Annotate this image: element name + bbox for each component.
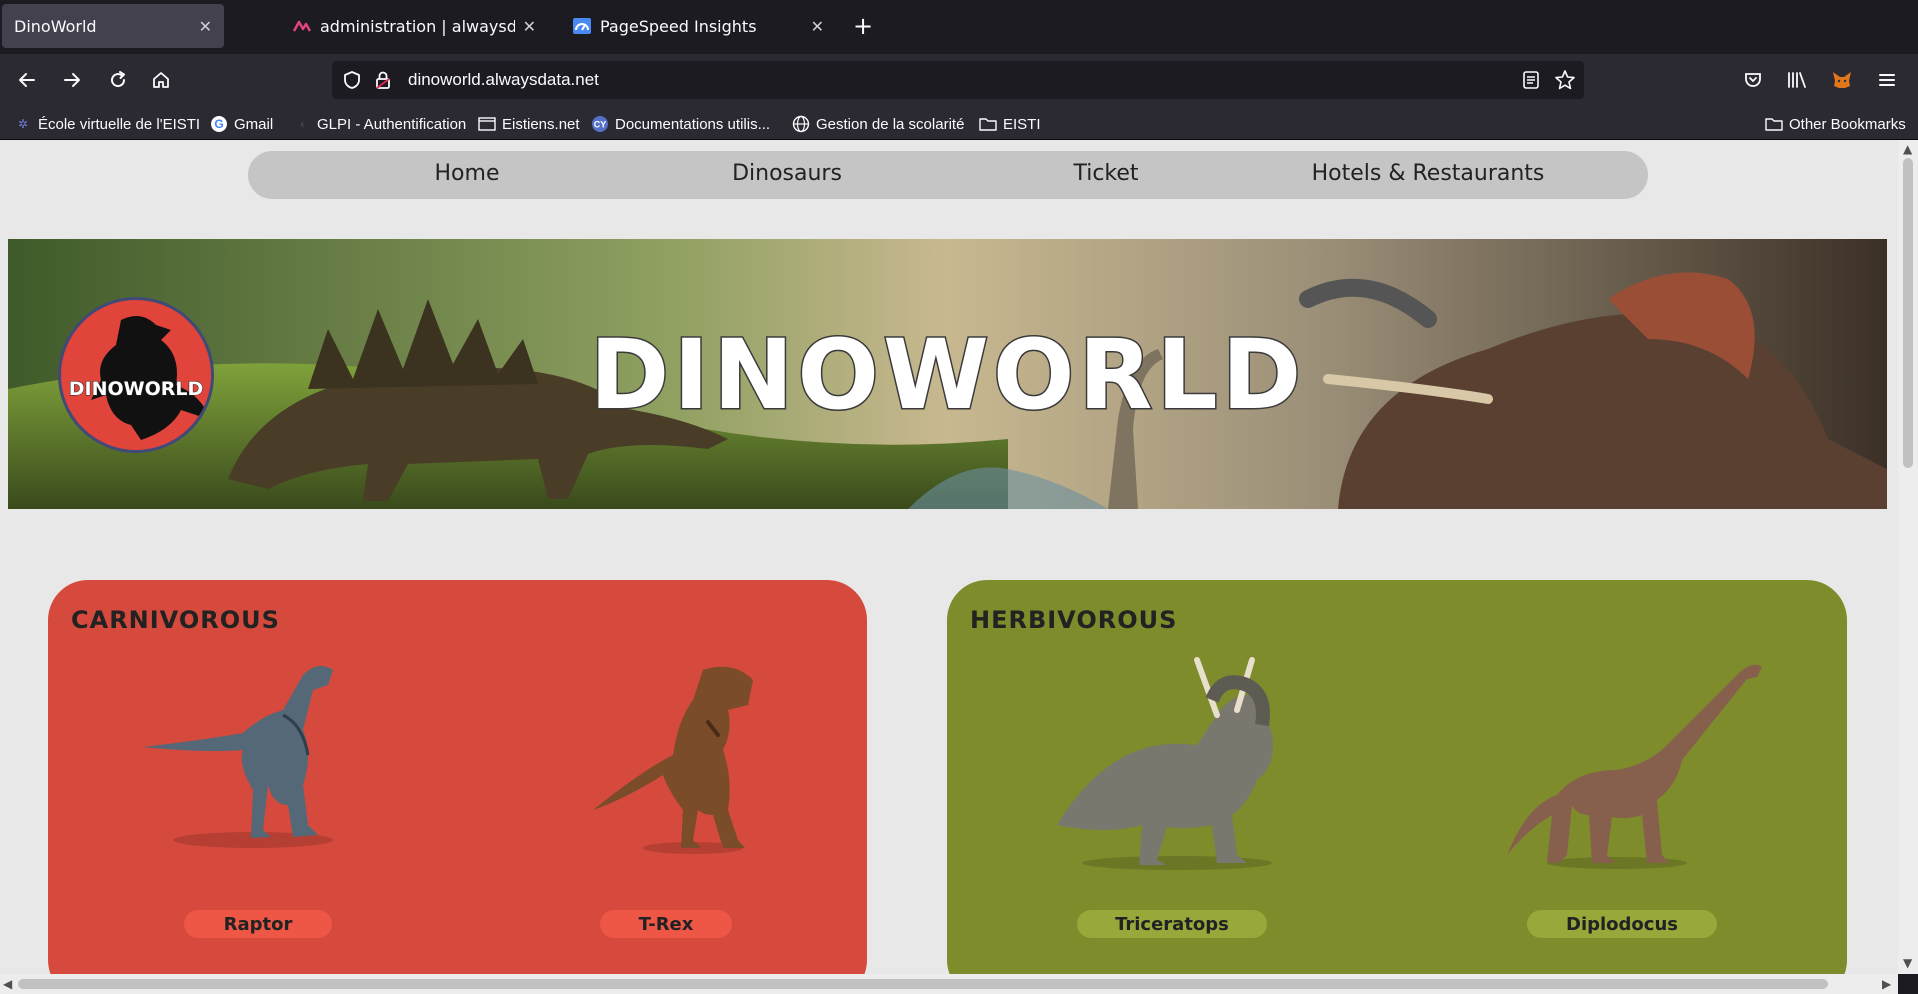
scroll-right-icon[interactable]: ▶: [1882, 977, 1891, 991]
nav-hotels-restaurants[interactable]: Hotels & Restaurants: [1312, 161, 1545, 186]
banner-title: DINOWORLD: [588, 318, 1306, 433]
tab-dinoworld[interactable]: DinoWorld ✕: [2, 4, 224, 48]
reader-view-icon[interactable]: [1522, 70, 1540, 94]
bookmarks-toolbar: ✲ École virtuelle de l'EISTI G Gmail ◖ G…: [0, 106, 1918, 140]
dino-label-diplodocus[interactable]: Diplodocus: [1527, 910, 1717, 938]
scroll-down-icon[interactable]: ▼: [1903, 956, 1912, 970]
arrow-left-icon: [19, 73, 35, 87]
bookmark-folder-eisti[interactable]: EISTI: [979, 113, 1041, 135]
hero-banner: DINOWORLD DINOWORLD: [8, 239, 1887, 509]
menu-button[interactable]: [1873, 66, 1901, 94]
herbivorous-card: HERBIVOROUS Triceratops Diplodocus: [947, 580, 1847, 974]
eisti-icon: ✲: [17, 117, 29, 131]
tab-alwaysdata[interactable]: administration | alwaysdata ✕: [280, 4, 548, 48]
card-title: CARNIVOROUS: [71, 606, 280, 634]
other-bookmarks[interactable]: Other Bookmarks: [1765, 113, 1906, 135]
horizontal-scrollbar[interactable]: ◀ ▶: [0, 974, 1898, 994]
page-viewport: Home Dinosaurs Ticket Hotels & Restauran…: [0, 140, 1898, 974]
bookmark-glpi[interactable]: ◖ GLPI - Authentification: [293, 113, 466, 135]
alwaysdata-icon: [292, 16, 312, 36]
url-text[interactable]: dinoworld.alwaysdata.net: [408, 70, 599, 90]
site-navigation: Home Dinosaurs Ticket Hotels & Restauran…: [248, 151, 1648, 199]
vertical-scrollbar[interactable]: ▲ ▼: [1898, 140, 1918, 974]
fox-icon: [1833, 72, 1851, 88]
raptor-image[interactable]: [143, 655, 343, 855]
home-button[interactable]: [147, 66, 175, 94]
library-button[interactable]: [1783, 66, 1811, 94]
bookmark-gestion-scolarite[interactable]: Gestion de la scolarité: [792, 113, 964, 135]
tab-title: administration | alwaysdata: [320, 16, 515, 36]
library-icon: [1788, 72, 1806, 88]
pocket-icon: [1745, 73, 1761, 87]
nav-ticket[interactable]: Ticket: [1073, 161, 1138, 186]
bookmark-label: Eistiens.net: [502, 115, 580, 133]
lock-icon[interactable]: [374, 70, 392, 94]
dino-label-raptor[interactable]: Raptor: [184, 910, 332, 938]
bookmark-label: École virtuelle de l'EISTI: [38, 115, 201, 133]
pocket-button[interactable]: [1739, 66, 1767, 94]
bookmark-eistiens[interactable]: Eistiens.net: [478, 113, 580, 135]
new-tab-button[interactable]: +: [853, 12, 873, 40]
close-icon[interactable]: ✕: [523, 17, 536, 36]
bookmark-label: Gmail: [234, 115, 274, 133]
tab-strip: DinoWorld ✕ administration | alwaysdata …: [0, 0, 1918, 54]
close-icon[interactable]: ✕: [199, 17, 212, 36]
triceratops-image[interactable]: [1047, 655, 1287, 875]
home-icon: [153, 72, 169, 88]
close-icon[interactable]: ✕: [811, 17, 824, 36]
dino-label-t-rex[interactable]: T-Rex: [600, 910, 732, 938]
dinoworld-logo[interactable]: DINOWORLD: [58, 297, 214, 453]
glpi-icon: ◖: [298, 117, 306, 131]
folder-icon: [979, 115, 997, 133]
pagespeed-icon: [572, 16, 592, 36]
bookmark-ecole-virtuelle[interactable]: ✲ École virtuelle de l'EISTI: [14, 113, 200, 135]
google-icon: G: [210, 115, 228, 133]
reload-icon: [111, 71, 126, 88]
scrollbar-thumb[interactable]: [18, 979, 1828, 989]
page-icon: [478, 115, 496, 133]
bookmark-gmail[interactable]: G Gmail: [210, 113, 273, 135]
scroll-left-icon[interactable]: ◀: [3, 977, 12, 991]
t-rex-image[interactable]: [583, 660, 763, 860]
tab-title: DinoWorld: [14, 16, 97, 36]
tab-title: PageSpeed Insights: [600, 16, 757, 36]
logo-text: DINOWORLD: [68, 378, 204, 401]
bookmark-label: EISTI: [1003, 115, 1041, 133]
scroll-up-icon[interactable]: ▲: [1903, 142, 1912, 156]
tab-pagespeed[interactable]: PageSpeed Insights ✕: [560, 4, 836, 48]
arrow-right-icon: [64, 73, 80, 87]
bookmark-documentations[interactable]: CY Documentations utilis...: [591, 113, 770, 135]
bookmark-label: Gestion de la scolarité: [816, 115, 965, 133]
cy-icon: CY: [591, 115, 609, 133]
bookmark-label: Other Bookmarks: [1789, 115, 1906, 133]
folder-icon: [1765, 115, 1783, 133]
metamask-button[interactable]: [1828, 66, 1856, 94]
star-icon[interactable]: [1554, 69, 1576, 95]
card-title: HERBIVOROUS: [970, 606, 1178, 634]
url-bar[interactable]: dinoworld.alwaysdata.net: [332, 61, 1584, 99]
hamburger-icon: [1879, 74, 1895, 86]
globe-icon: [792, 115, 810, 133]
diplodocus-image[interactable]: [1507, 655, 1767, 875]
scrollbar-thumb[interactable]: [1903, 158, 1913, 468]
forward-button[interactable]: [58, 66, 86, 94]
dino-label-triceratops[interactable]: Triceratops: [1077, 910, 1267, 938]
bookmark-label: GLPI - Authentification: [317, 115, 467, 133]
dinosaur-silhouette-icon: [91, 316, 211, 440]
reload-button[interactable]: [104, 66, 132, 94]
shield-icon[interactable]: [342, 70, 362, 94]
svg-text:CY: CY: [594, 120, 607, 130]
nav-home[interactable]: Home: [435, 161, 500, 186]
bookmark-label: Documentations utilis...: [615, 115, 771, 133]
back-button[interactable]: [13, 66, 41, 94]
svg-text:G: G: [214, 117, 223, 131]
nav-dinosaurs[interactable]: Dinosaurs: [732, 161, 842, 186]
carnivorous-card: CARNIVOROUS Raptor T-Rex: [48, 580, 867, 974]
